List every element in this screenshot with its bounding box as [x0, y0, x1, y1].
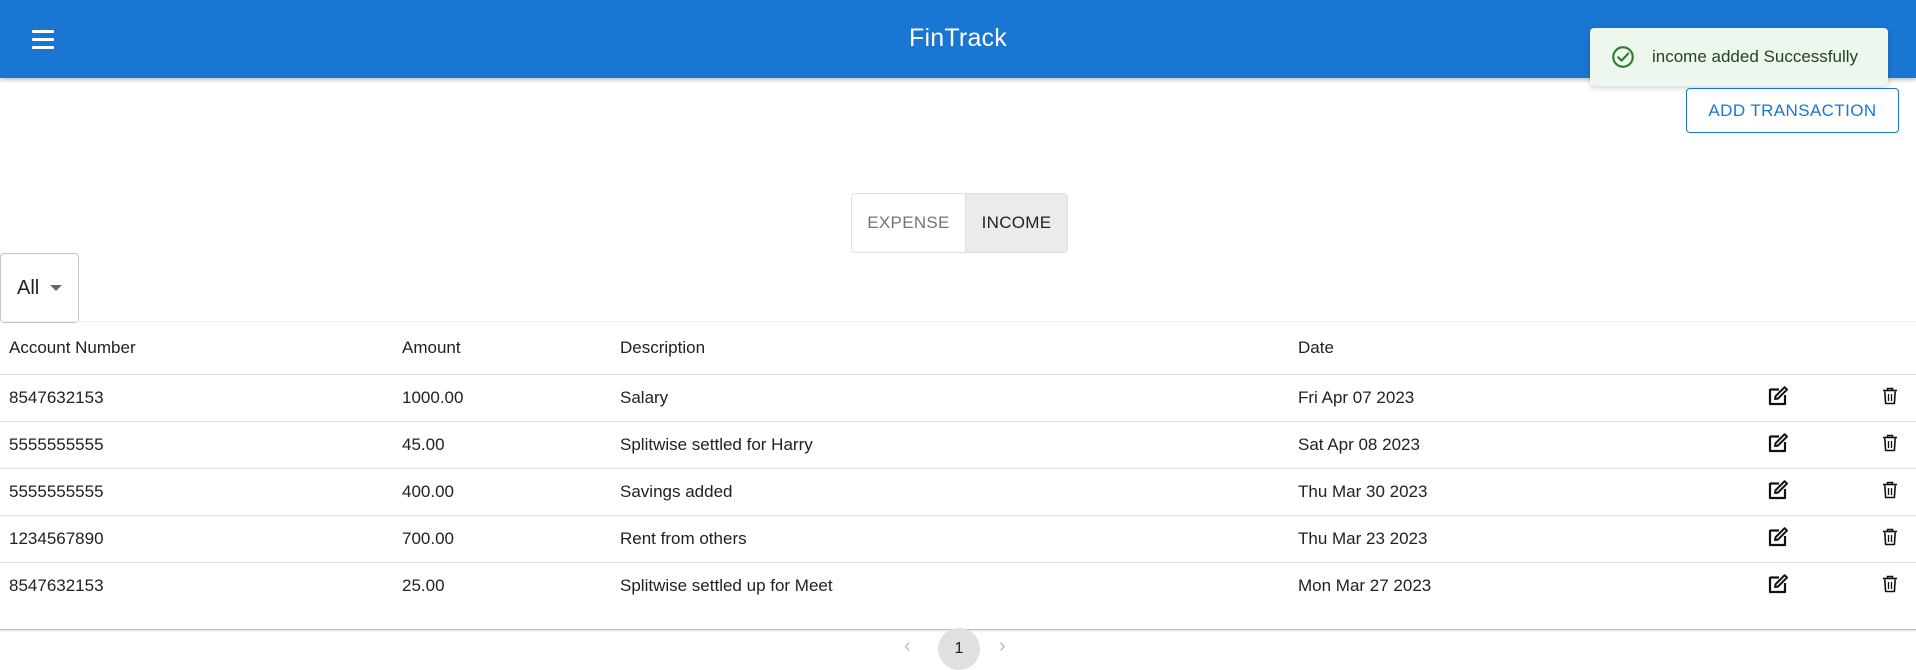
- header-edit: [1757, 321, 1873, 375]
- cell-account: 5555555555: [0, 468, 393, 516]
- cell-description: Salary: [611, 374, 1289, 422]
- filter-selected-value: All: [17, 276, 40, 299]
- cell-account: 8547632153: [0, 374, 393, 422]
- cell-amount: 700.00: [393, 515, 611, 563]
- notification-message: income added Successfully: [1652, 47, 1859, 66]
- edit-icon[interactable]: [1766, 478, 1790, 502]
- edit-icon[interactable]: [1766, 572, 1790, 596]
- delete-icon[interactable]: [1882, 528, 1898, 546]
- cell-description: Rent from others: [611, 515, 1289, 563]
- header-delete: [1873, 321, 1916, 375]
- table-row: 5555555555 45.00 Splitwise settled for H…: [0, 421, 1916, 469]
- cell-date: Mon Mar 27 2023: [1298, 576, 1432, 596]
- account-filter-select[interactable]: All: [0, 253, 79, 323]
- delete-icon[interactable]: [1882, 434, 1898, 452]
- add-transaction-button[interactable]: ADD TRANSACTION: [1686, 88, 1899, 133]
- header-amount: Amount: [393, 321, 611, 375]
- delete-icon[interactable]: [1882, 481, 1898, 499]
- cell-account: 5555555555: [0, 421, 393, 469]
- toggle-expense[interactable]: EXPENSE: [852, 194, 966, 252]
- table-row: 8547632153 25.00 Splitwise settled up fo…: [0, 563, 1916, 610]
- edit-icon[interactable]: [1766, 384, 1790, 408]
- header-description: Description: [611, 321, 1289, 375]
- success-notification: income added Successfully: [1590, 28, 1888, 86]
- edit-icon[interactable]: [1766, 431, 1790, 455]
- table-row: 8547632153 1000.00 Salary Fri Apr 07 202…: [0, 374, 1916, 422]
- edit-icon[interactable]: [1766, 525, 1790, 549]
- cell-amount: 25.00: [402, 576, 445, 596]
- cell-account: 1234567890: [0, 515, 393, 563]
- chevron-right-icon[interactable]: ›: [999, 636, 1006, 656]
- cell-date: Fri Apr 07 2023: [1289, 374, 1757, 422]
- header-date: Date: [1289, 321, 1757, 375]
- cell-amount: 45.00: [393, 421, 611, 469]
- cell-description: Savings added: [611, 468, 1289, 516]
- dropdown-arrow-icon: [50, 285, 62, 291]
- chevron-left-icon[interactable]: ‹: [904, 636, 911, 656]
- header-account-number: Account Number: [0, 321, 393, 375]
- toggle-income[interactable]: INCOME: [966, 194, 1067, 252]
- cell-amount: 1000.00: [393, 374, 611, 422]
- cell-description: Splitwise settled for Harry: [611, 421, 1289, 469]
- check-circle-icon: [1612, 46, 1634, 68]
- cell-amount: 400.00: [393, 468, 611, 516]
- delete-icon[interactable]: [1882, 575, 1898, 593]
- cell-date: Thu Mar 30 2023: [1289, 468, 1757, 516]
- cell-date: Thu Mar 23 2023: [1289, 515, 1757, 563]
- cell-account: 8547632153: [9, 576, 104, 596]
- pagination: ‹ 1 ›: [0, 628, 1916, 670]
- table-header-row: Account Number Amount Description Date: [0, 321, 1916, 375]
- transactions-table: Account Number Amount Description Date 8…: [0, 321, 1916, 630]
- delete-icon[interactable]: [1882, 387, 1898, 405]
- table-row: 5555555555 400.00 Savings added Thu Mar …: [0, 468, 1916, 516]
- page-1-button[interactable]: 1: [938, 628, 980, 670]
- table-row: 1234567890 700.00 Rent from others Thu M…: [0, 515, 1916, 563]
- transaction-type-toggle: EXPENSE INCOME: [851, 193, 1068, 253]
- cell-date: Sat Apr 08 2023: [1289, 421, 1757, 469]
- cell-description: Splitwise settled up for Meet: [620, 576, 833, 596]
